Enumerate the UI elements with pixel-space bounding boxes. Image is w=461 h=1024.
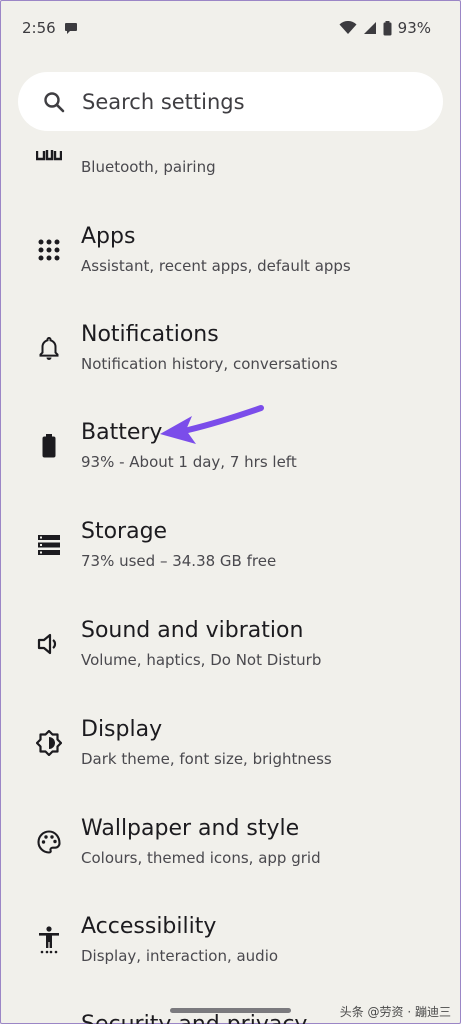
purple-arrow-icon — [160, 405, 264, 444]
search-placeholder: Search settings — [82, 89, 245, 114]
battery-status-icon — [383, 20, 392, 35]
search-bar[interactable]: Search settings — [18, 72, 443, 131]
accessibility-icon — [36, 926, 62, 954]
settings-item-title: Apps — [81, 224, 136, 249]
settings-item-subtitle: Display, interaction, audio — [81, 947, 279, 965]
apps-grid-icon — [36, 237, 62, 263]
settings-item-subtitle: 73% used – 34.38 GB free — [81, 552, 277, 570]
watermark: 头条 @劳资 · 蹦迪三 — [339, 1005, 451, 1019]
status-time: 2:56 — [22, 19, 56, 37]
settings-item-notifications[interactable]: Notifications Notification history, conv… — [0, 320, 461, 390]
status-bar: 2:56 93% — [0, 0, 461, 56]
battery-icon — [36, 433, 62, 459]
battery-percent: 93% — [397, 19, 431, 37]
bell-icon — [36, 335, 62, 361]
devices-icon — [36, 144, 62, 170]
settings-item-subtitle: Volume, haptics, Do Not Disturb — [81, 651, 322, 669]
settings-item-display[interactable]: Display Dark theme, font size, brightnes… — [0, 715, 461, 785]
settings-item-subtitle: Assistant, recent apps, default apps — [81, 257, 351, 275]
settings-item-subtitle: Colours, themed icons, app grid — [81, 849, 321, 867]
settings-item-subtitle: Dark theme, font size, brightness — [81, 750, 332, 768]
settings-item-accessibility[interactable]: Accessibility Display, interaction, audi… — [0, 912, 461, 982]
settings-item-title: Security and privacy — [81, 1012, 307, 1024]
search-icon — [44, 91, 65, 112]
brightness-icon — [36, 730, 62, 756]
settings-item-title: Wallpaper and style — [81, 816, 300, 841]
settings-item-apps[interactable]: Apps Assistant, recent apps, default app… — [0, 222, 461, 292]
settings-item-wallpaper[interactable]: Wallpaper and style Colours, themed icon… — [0, 814, 461, 884]
settings-item-sound[interactable]: Sound and vibration Volume, haptics, Do … — [0, 616, 461, 686]
palette-icon — [36, 829, 62, 855]
settings-item-subtitle: Bluetooth, pairing — [81, 158, 216, 176]
settings-item-subtitle: Notification history, conversations — [81, 355, 338, 373]
gesture-home-bar[interactable] — [170, 1008, 291, 1013]
storage-icon — [36, 532, 62, 558]
settings-item-title: Accessibility — [81, 914, 217, 939]
settings-item-subtitle: 93% - About 1 day, 7 hrs left — [81, 453, 297, 471]
settings-item-title: Notifications — [81, 322, 219, 347]
settings-item-title: Sound and vibration — [81, 618, 304, 643]
settings-item-storage[interactable]: Storage 73% used – 34.38 GB free — [0, 517, 461, 587]
settings-item-title: Display — [81, 717, 163, 742]
settings-item-connected-devices[interactable]: Bluetooth, pairing — [0, 140, 461, 190]
wifi-icon — [339, 21, 357, 34]
settings-item-title: Battery — [81, 420, 163, 445]
speaker-icon — [36, 631, 62, 657]
cellular-signal-icon — [363, 22, 376, 34]
message-notification-icon — [64, 23, 77, 34]
settings-item-title: Storage — [81, 519, 168, 544]
